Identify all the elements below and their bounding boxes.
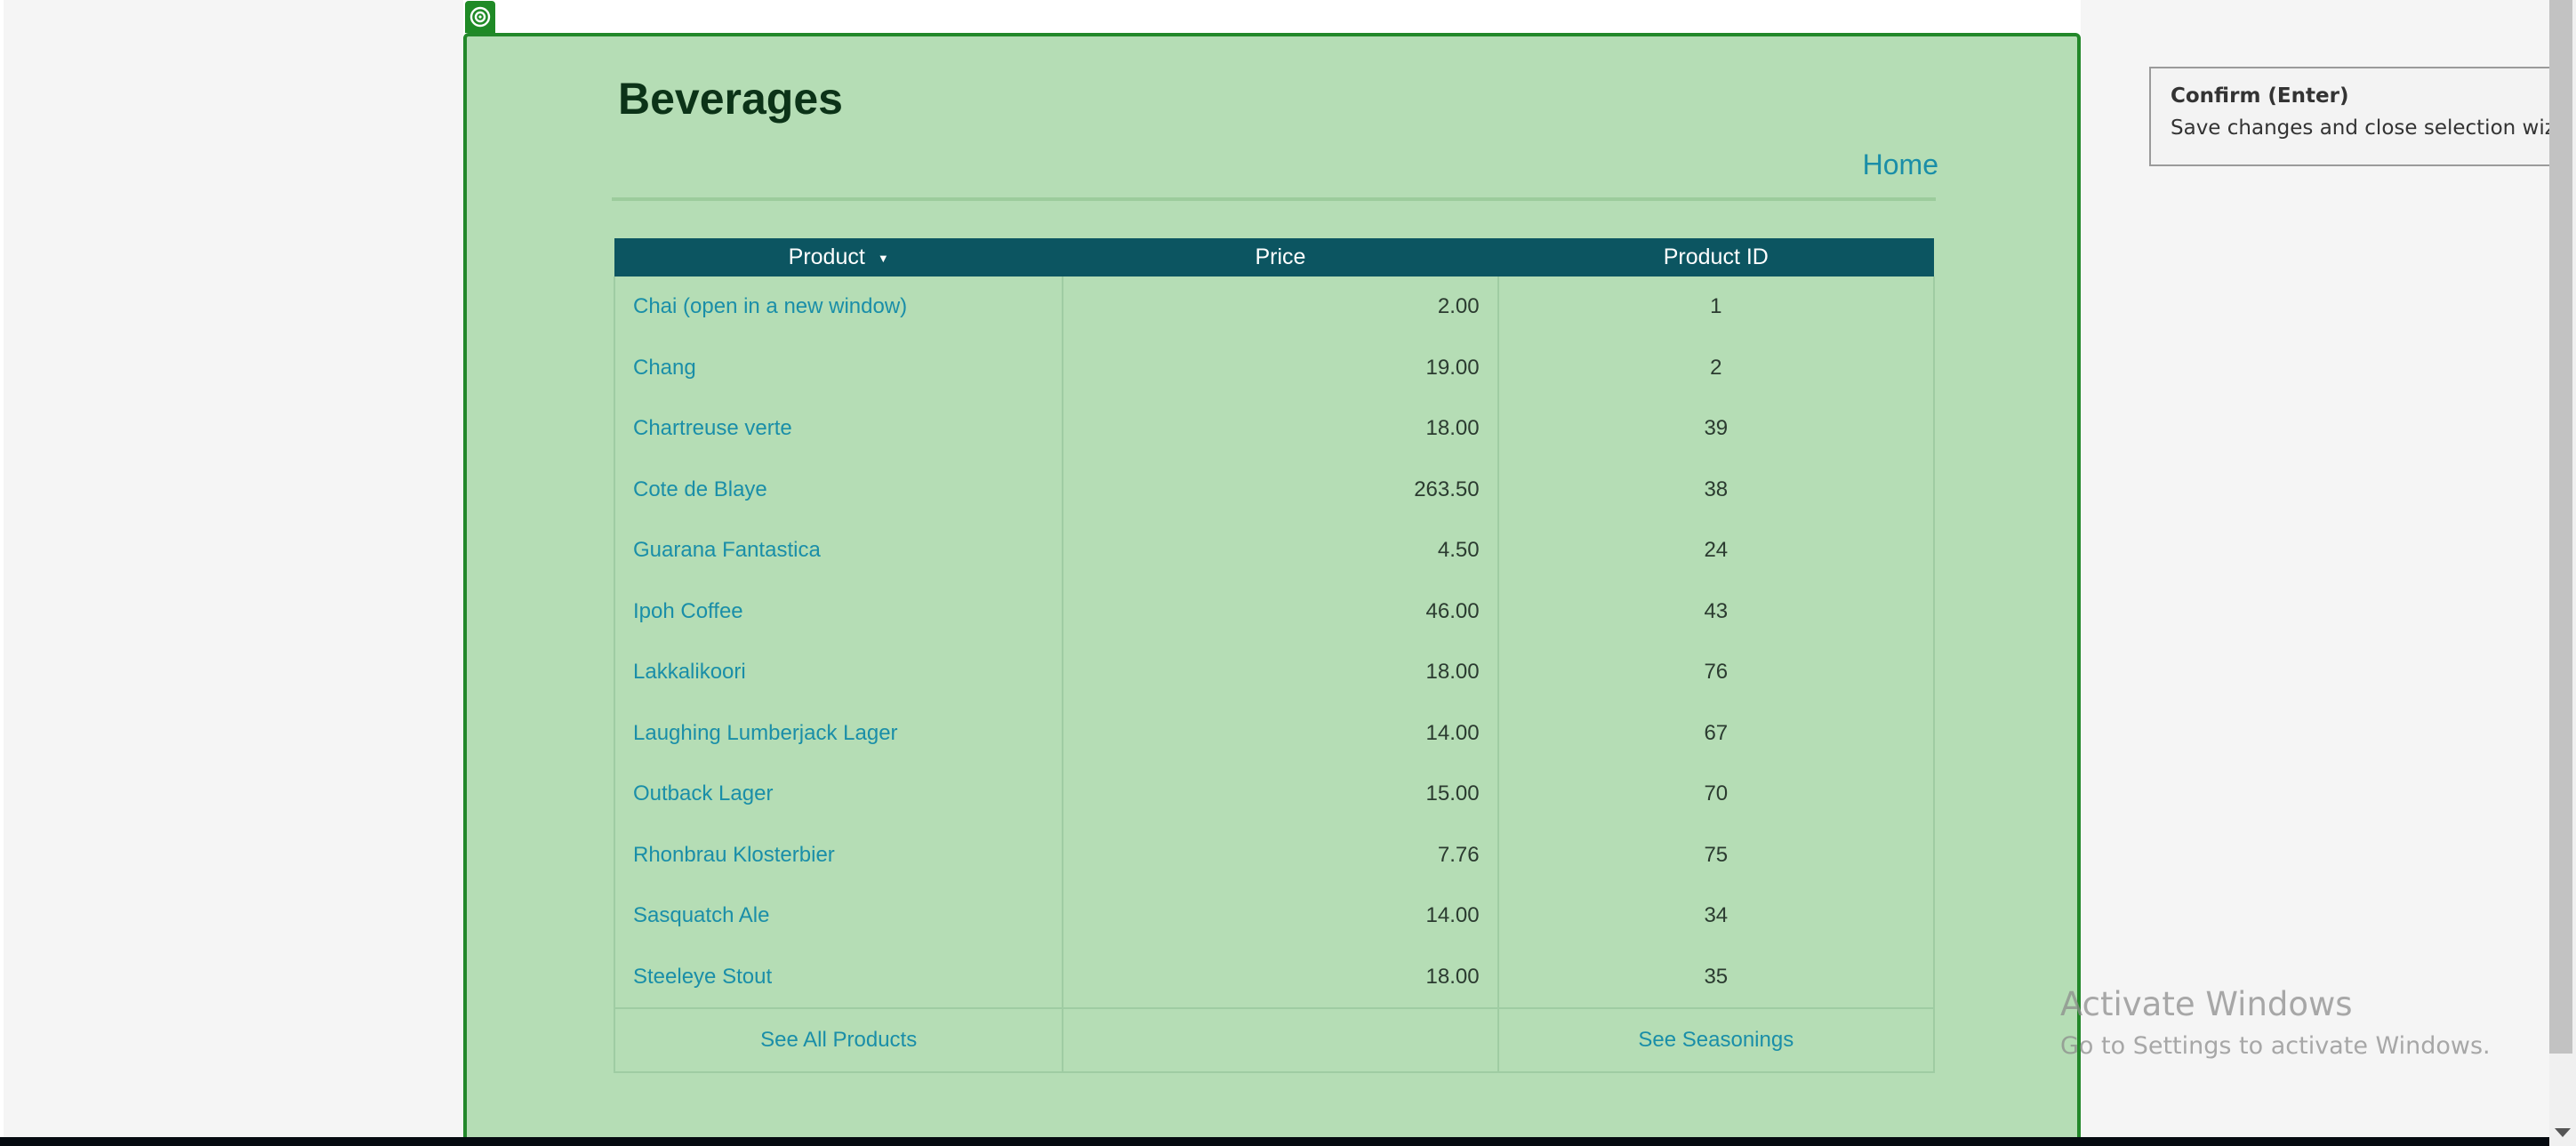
table-header-row: Product ▼ Price Product ID — [614, 238, 1934, 276]
scrollbar-thumb[interactable] — [2549, 0, 2572, 1054]
vertical-scrollbar[interactable] — [2549, 0, 2576, 1146]
product-header-label: Product — [788, 244, 865, 269]
product-link[interactable]: Laughing Lumberjack Lager — [633, 721, 898, 745]
product-id-cell: 43 — [1497, 581, 1936, 642]
table-row: Chai (open in a new window) 2.00 1 — [613, 276, 1936, 338]
product-id-cell: 2 — [1497, 337, 1936, 398]
product-cell: Outback Lager — [613, 764, 1064, 825]
tooltip-body: Save changes and close selection wizard. — [2171, 116, 2576, 140]
sort-down-icon: ▼ — [877, 251, 889, 265]
product-link[interactable]: Cote de Blaye — [633, 477, 767, 501]
scroll-down-icon[interactable] — [2555, 1128, 2571, 1137]
table-row: Laughing Lumberjack Lager 14.00 67 — [613, 702, 1936, 764]
product-cell: Ipoh Coffee — [613, 581, 1064, 642]
price-cell: 18.00 — [1062, 946, 1499, 1008]
product-link[interactable]: Outback Lager — [633, 781, 773, 805]
watermark-subtitle: Go to Settings to activate Windows. — [2060, 1032, 2491, 1060]
table-row: Guarana Fantastica 4.50 24 — [613, 520, 1936, 581]
product-id-cell: 75 — [1497, 824, 1936, 886]
table-footer-row: See All Products See Seasonings — [613, 1007, 1936, 1073]
product-cell: Rhonbrau Klosterbier — [613, 824, 1064, 886]
product-link[interactable]: Steeleye Stout — [633, 965, 772, 989]
product-cell: Chartreuse verte — [613, 398, 1064, 460]
table-row: Sasquatch Ale 14.00 34 — [613, 886, 1936, 947]
price-cell: 2.00 — [1062, 276, 1499, 338]
tooltip-title: Confirm (Enter) — [2171, 84, 2349, 108]
price-cell: 46.00 — [1062, 581, 1499, 642]
product-id-cell: 70 — [1497, 764, 1936, 825]
see-seasonings-link[interactable]: See Seasonings — [1638, 1028, 1794, 1052]
price-cell: 4.50 — [1062, 520, 1499, 581]
price-cell: 19.00 — [1062, 337, 1499, 398]
price-cell: 7.76 — [1062, 824, 1499, 886]
product-id-column-header[interactable]: Product ID — [1497, 238, 1934, 276]
confirm-tooltip: Confirm (Enter) Save changes and close s… — [2149, 67, 2576, 166]
price-cell: 15.00 — [1062, 764, 1499, 825]
target-icon — [469, 6, 491, 28]
table-row: Outback Lager 15.00 70 — [613, 764, 1936, 825]
product-cell: Guarana Fantastica — [613, 520, 1064, 581]
watermark-title: Activate Windows — [2060, 985, 2353, 1023]
product-column-header[interactable]: Product ▼ — [614, 238, 1063, 276]
price-column-header[interactable]: Price — [1063, 238, 1498, 276]
see-seasonings-cell: See Seasonings — [1497, 1007, 1936, 1073]
price-cell: 14.00 — [1062, 702, 1499, 764]
products-table: Product ▼ Price Product ID Chai (open in … — [613, 238, 1936, 1073]
product-cell: Steeleye Stout — [613, 946, 1064, 1008]
product-link[interactable]: Lakkalikoori — [633, 660, 746, 684]
product-id-cell: 24 — [1497, 520, 1936, 581]
product-cell: Lakkalikoori — [613, 642, 1064, 703]
header-divider — [612, 197, 1936, 201]
product-cell: Laughing Lumberjack Lager — [613, 702, 1064, 764]
table-row: Steeleye Stout 18.00 35 — [613, 946, 1936, 1008]
see-all-products-cell: See All Products — [613, 1007, 1064, 1073]
table-row: Rhonbrau Klosterbier 7.76 75 — [613, 824, 1936, 886]
product-link[interactable]: Chartreuse verte — [633, 416, 792, 440]
table-row: Cote de Blaye 263.50 38 — [613, 459, 1936, 520]
page: Beverages Home Product ▼ Price Product ID… — [0, 0, 2576, 1146]
product-id-cell: 76 — [1497, 642, 1936, 703]
price-cell: 18.00 — [1062, 398, 1499, 460]
price-cell: 18.00 — [1062, 642, 1499, 703]
table-row: Lakkalikoori 18.00 76 — [613, 642, 1936, 703]
product-link[interactable]: Rhonbrau Klosterbier — [633, 843, 835, 867]
product-link[interactable]: Chai (open in a new window) — [633, 294, 907, 318]
left-edge — [0, 0, 4, 1146]
footer-empty-cell — [1062, 1007, 1499, 1073]
taskbar-edge — [0, 1137, 2549, 1146]
table-row: Ipoh Coffee 46.00 43 — [613, 581, 1936, 642]
price-cell: 14.00 — [1062, 886, 1499, 947]
page-title: Beverages — [618, 74, 843, 124]
product-link[interactable]: Chang — [633, 356, 696, 380]
table-row: Chang 19.00 2 — [613, 337, 1936, 398]
price-cell: 263.50 — [1062, 459, 1499, 520]
table-row: Chartreuse verte 18.00 39 — [613, 398, 1936, 460]
home-link[interactable]: Home — [1863, 148, 1938, 181]
product-id-cell: 39 — [1497, 398, 1936, 460]
product-cell: Chai (open in a new window) — [613, 276, 1064, 338]
selection-handle[interactable] — [465, 1, 495, 33]
product-link[interactable]: Ipoh Coffee — [633, 599, 743, 623]
product-id-cell: 1 — [1497, 276, 1936, 338]
see-all-products-link[interactable]: See All Products — [760, 1028, 917, 1052]
product-id-cell: 67 — [1497, 702, 1936, 764]
product-id-cell: 35 — [1497, 946, 1936, 1008]
product-link[interactable]: Sasquatch Ale — [633, 903, 769, 927]
product-cell: Chang — [613, 337, 1064, 398]
product-cell: Sasquatch Ale — [613, 886, 1064, 947]
product-id-cell: 34 — [1497, 886, 1936, 947]
product-link[interactable]: Guarana Fantastica — [633, 538, 821, 562]
product-cell: Cote de Blaye — [613, 459, 1064, 520]
product-id-cell: 38 — [1497, 459, 1936, 520]
activate-windows-watermark: Activate Windows Go to Settings to activ… — [2060, 985, 2491, 1060]
